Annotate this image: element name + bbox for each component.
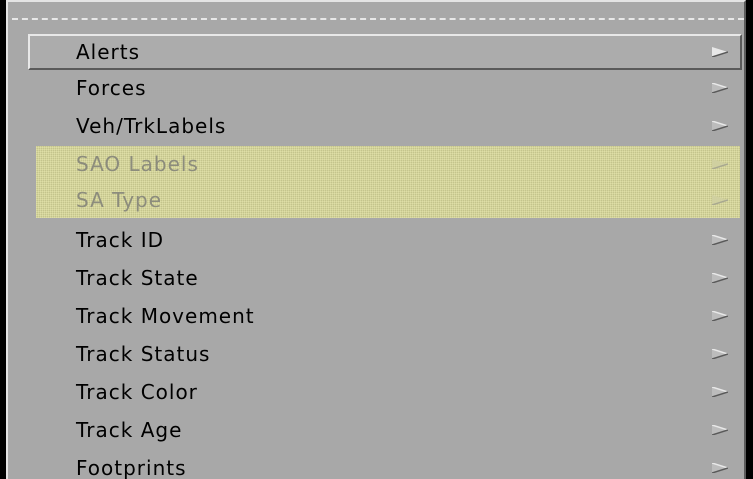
- submenu-arrow-icon: [712, 121, 728, 131]
- menu-item-sao-labels: SAO Labels: [36, 146, 740, 182]
- menu-item-track-state[interactable]: Track State: [30, 260, 740, 296]
- menu-item-label: SA Type: [76, 188, 163, 212]
- submenu-arrow-icon: [712, 47, 728, 57]
- menu-item-label: Alerts: [76, 40, 141, 64]
- tear-off-line[interactable]: [8, 8, 744, 30]
- menu-item-label: Track State: [76, 266, 199, 290]
- menu-item-forces[interactable]: Forces: [30, 70, 740, 106]
- menu-item-label: Track ID: [76, 228, 164, 252]
- menu-item-track-color[interactable]: Track Color: [30, 374, 740, 410]
- submenu-arrow-icon: [712, 387, 728, 397]
- menu-item-track-id[interactable]: Track ID: [30, 222, 740, 258]
- submenu-arrow-icon: [712, 195, 728, 205]
- popup-menu: Alerts Forces Veh/TrkLabels SAO Labels S…: [6, 0, 746, 479]
- submenu-arrow-icon: [712, 159, 728, 169]
- menu-item-label: Forces: [76, 76, 147, 100]
- menu-item-label: Track Status: [76, 342, 211, 366]
- menu-item-track-movement[interactable]: Track Movement: [30, 298, 740, 334]
- menu-item-track-status[interactable]: Track Status: [30, 336, 740, 372]
- menu-item-label: Veh/TrkLabels: [76, 114, 227, 138]
- submenu-arrow-icon: [712, 311, 728, 321]
- submenu-arrow-icon: [712, 425, 728, 435]
- menu-item-label: SAO Labels: [76, 152, 199, 176]
- menu-item-track-age[interactable]: Track Age: [30, 412, 740, 448]
- menu-item-footprints[interactable]: Footprints: [30, 450, 740, 479]
- menu-item-alerts[interactable]: Alerts: [28, 34, 742, 70]
- submenu-arrow-icon: [712, 83, 728, 93]
- menu-item-label: Track Color: [76, 380, 198, 404]
- dashed-divider: [12, 18, 744, 20]
- menu-item-sa-type: SA Type: [36, 182, 740, 218]
- menu-item-label: Track Age: [76, 418, 183, 442]
- menu-item-label: Footprints: [76, 456, 187, 479]
- submenu-arrow-icon: [712, 273, 728, 283]
- menu-item-label: Track Movement: [76, 304, 255, 328]
- submenu-arrow-icon: [712, 235, 728, 245]
- submenu-arrow-icon: [712, 349, 728, 359]
- submenu-arrow-icon: [712, 463, 728, 473]
- menu-item-veh-trk-labels[interactable]: Veh/TrkLabels: [30, 108, 740, 144]
